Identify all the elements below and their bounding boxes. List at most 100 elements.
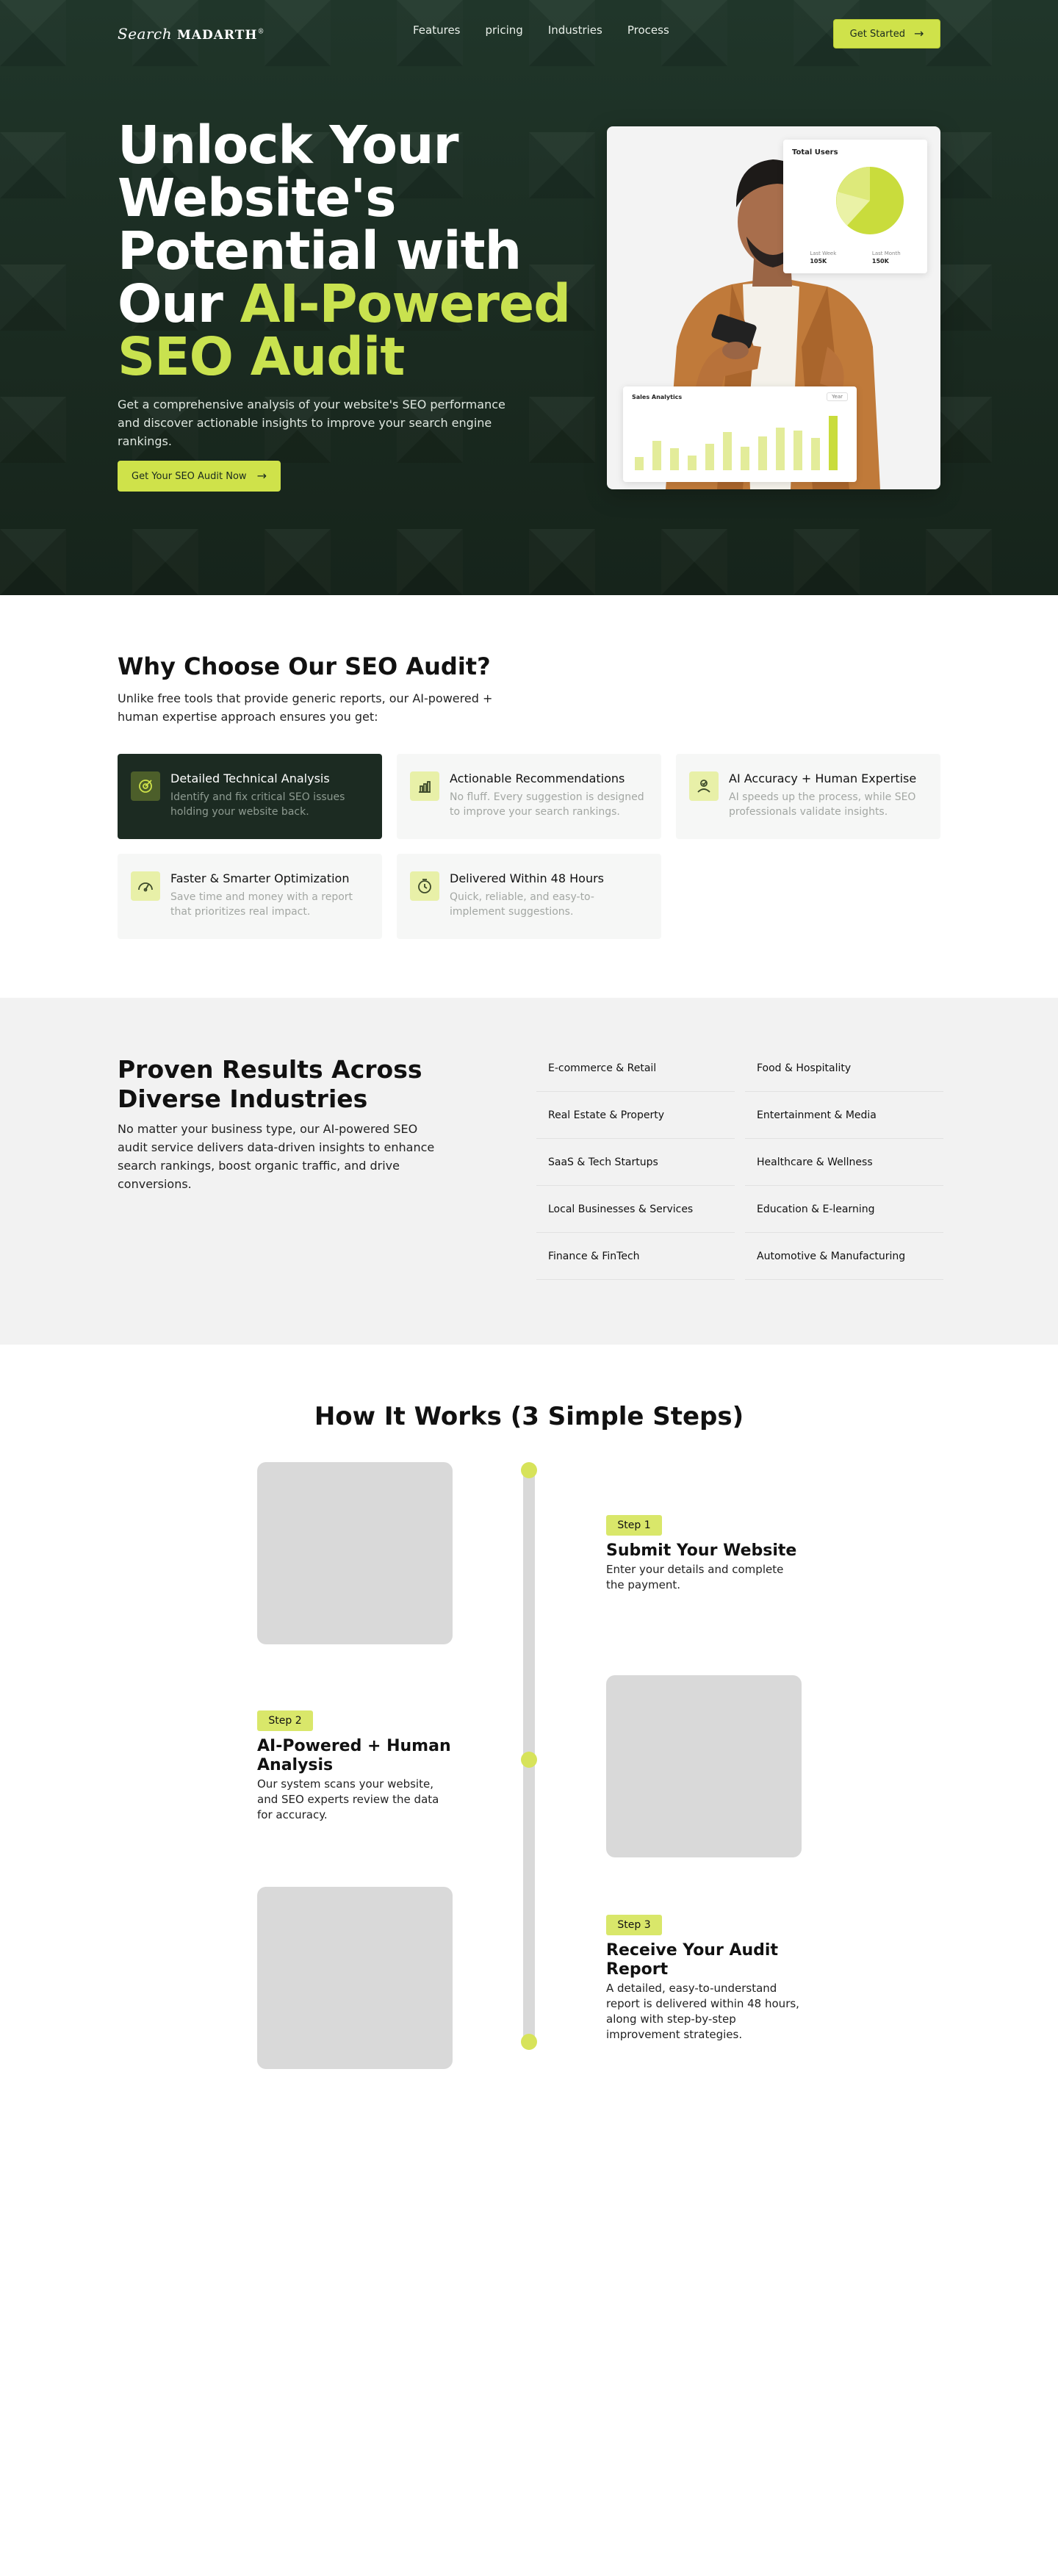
total-users-title: Total Users <box>792 148 838 156</box>
hero-title-line4a: Our <box>118 273 240 334</box>
top-nav: Search MADARTH® Features pricing Industr… <box>118 19 940 50</box>
timeline-dot <box>521 2034 537 2050</box>
industries-lead: No matter your business type, our AI-pow… <box>118 1122 435 1191</box>
feature-card-recommendations[interactable]: Actionable Recommendations No fluff. Eve… <box>397 754 661 839</box>
industry-item: Local Businesses & Services <box>536 1186 735 1233</box>
why-title: Why Choose Our SEO Audit? <box>118 652 491 680</box>
hero-title: Unlock Your Website's Potential with Our… <box>118 119 573 384</box>
expert-icon <box>689 771 719 801</box>
industry-item: Healthcare & Wellness <box>745 1139 943 1186</box>
feature-card-delivery[interactable]: Delivered Within 48 Hours Quick, reliabl… <box>397 854 661 939</box>
step3-image-placeholder <box>257 1887 453 2069</box>
how-title: How It Works (3 Simple Steps) <box>314 1402 744 1431</box>
nav-link-pricing[interactable]: pricing <box>486 24 523 37</box>
feature-desc: Identify and fix critical SEO issues hol… <box>170 791 345 818</box>
sales-bar <box>758 436 767 470</box>
step3-title: Receive Your Audit Report <box>606 1941 778 1979</box>
sales-bar <box>670 448 679 470</box>
step3-tag: Step 3 <box>606 1915 662 1935</box>
step2-image-placeholder <box>606 1675 802 1857</box>
total-users-widget: Total Users Last Week 105K Last Month 150K <box>783 140 927 273</box>
sales-bar <box>652 441 661 470</box>
sales-bar <box>723 432 732 470</box>
hero-title-line1: Unlock Your <box>118 115 459 176</box>
speedometer-icon <box>131 871 160 901</box>
hero-section: Search MADARTH® Features pricing Industr… <box>0 0 1058 595</box>
sales-bar <box>811 438 820 470</box>
feature-title: Detailed Technical Analysis <box>170 771 330 785</box>
sales-analytics-title: Sales Analytics <box>632 394 683 400</box>
sales-bar <box>741 447 749 470</box>
clock-icon <box>410 871 439 901</box>
feature-desc: AI speeds up the process, while SEO prof… <box>729 791 916 818</box>
industry-item: SaaS & Tech Startups <box>536 1139 735 1186</box>
get-started-button[interactable]: Get Started → <box>833 19 940 48</box>
step1-tag: Step 1 <box>606 1515 662 1536</box>
nav-link-industries[interactable]: Industries <box>548 24 602 37</box>
industries-list: E-commerce & Retail Food & Hospitality R… <box>536 1045 943 1280</box>
timeline-dot <box>521 1752 537 1768</box>
users-pie-chart <box>836 167 904 234</box>
seo-audit-button-label: Get Your SEO Audit Now <box>132 470 247 482</box>
feature-card-optimization[interactable]: Faster & Smarter Optimization Save time … <box>118 854 382 939</box>
sales-bar-chart <box>632 409 848 470</box>
feature-desc: Save time and money with a report that p… <box>170 891 353 918</box>
step2-tag: Step 2 <box>257 1710 313 1731</box>
hero-image-card: Total Users Last Week 105K Last Month 150K… <box>607 126 940 489</box>
sales-filter-select[interactable]: Year <box>827 392 848 401</box>
step1-title: Submit Your Website <box>606 1541 797 1560</box>
industry-item: Finance & FinTech <box>536 1233 735 1280</box>
feature-title: Actionable Recommendations <box>450 771 625 785</box>
step3-desc: A detailed, easy-to-understand report is… <box>606 1982 799 2041</box>
sales-bar <box>635 457 644 470</box>
logo-script: Search <box>118 25 173 43</box>
feature-title: Faster & Smarter Optimization <box>170 871 350 885</box>
industry-item: Education & E-learning <box>745 1186 943 1233</box>
feature-desc: No fluff. Every suggestion is designed t… <box>450 791 644 818</box>
sales-bar <box>776 428 785 470</box>
sales-bar <box>688 456 697 470</box>
step1-image-placeholder <box>257 1462 453 1644</box>
hero-title-line5: SEO Audit <box>118 326 405 387</box>
step2-title: AI-Powered + Human Analysis <box>257 1737 451 1774</box>
sales-analytics-widget: Sales Analytics Year <box>623 386 857 482</box>
industry-item: Real Estate & Property <box>536 1092 735 1139</box>
why-choose-section: Why Choose Our SEO Audit? Unlike free to… <box>0 595 1058 998</box>
target-icon <box>131 771 160 801</box>
feature-card-technical[interactable]: Detailed Technical Analysis Identify and… <box>118 754 382 839</box>
hero-title-line3: Potential with <box>118 220 522 281</box>
seo-audit-button[interactable]: Get Your SEO Audit Now → <box>118 461 281 492</box>
logo[interactable]: Search MADARTH® <box>118 25 264 43</box>
users-stats: Last Week 105K Last Month 150K <box>792 251 918 265</box>
industry-item: Food & Hospitality <box>745 1045 943 1092</box>
arrow-right-icon: → <box>913 26 924 40</box>
users-stat-last-week: Last Week 105K <box>810 251 837 265</box>
feature-card-ai-accuracy[interactable]: AI Accuracy + Human Expertise AI speeds … <box>676 754 940 839</box>
industries-section: Proven Results Across Diverse Industries… <box>0 998 1058 1345</box>
how-it-works-section: How It Works (3 Simple Steps) Step 1 Sub… <box>0 1345 1058 2576</box>
feature-title: AI Accuracy + Human Expertise <box>729 771 917 785</box>
industry-item: Automotive & Manufacturing <box>745 1233 943 1280</box>
feature-title: Delivered Within 48 Hours <box>450 871 604 885</box>
nav-links: Features pricing Industries Process <box>413 24 669 37</box>
users-stat-last-month: Last Month 150K <box>871 251 901 265</box>
nav-link-features[interactable]: Features <box>413 24 461 37</box>
hero-title-accent: AI-Powered <box>240 273 571 334</box>
get-started-label: Get Started <box>849 28 905 40</box>
industries-title: Proven Results Across Diverse Industries <box>118 1055 422 1113</box>
feature-desc: Quick, reliable, and easy-to-implement s… <box>450 891 594 918</box>
why-lead: Unlike free tools that provide generic r… <box>118 691 493 724</box>
sales-bar <box>705 444 714 470</box>
chart-icon <box>410 771 439 801</box>
sales-bar <box>794 431 802 470</box>
industry-item: Entertainment & Media <box>745 1092 943 1139</box>
step2-desc: Our system scans your website, and SEO e… <box>257 1777 439 1821</box>
hero-title-line2: Website's <box>118 168 396 229</box>
logo-brand: MADARTH <box>176 28 258 43</box>
industry-item: E-commerce & Retail <box>536 1045 735 1092</box>
sales-bar <box>829 416 838 470</box>
nav-link-process[interactable]: Process <box>627 24 669 37</box>
hero-subtitle: Get a comprehensive analysis of your web… <box>118 397 505 448</box>
arrow-right-icon: → <box>256 469 267 483</box>
step1-desc: Enter your details and complete the paym… <box>606 1563 784 1591</box>
